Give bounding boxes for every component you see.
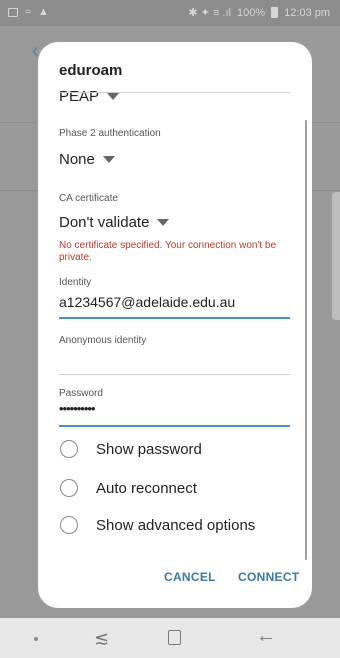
password-label: Password [59,388,103,399]
password-underline [59,425,290,427]
show-advanced-options-option[interactable]: Show advanced options [60,516,255,534]
battery-icon [271,7,279,18]
warning-notification-icon: ▲ [38,6,49,18]
identity-label: Identity [59,277,92,288]
chevron-down-icon [102,156,115,163]
chevron-down-icon [157,219,170,226]
identity-underline [59,317,290,319]
status-icons-right: ✱ ✦ ≡ .ıl 100% 12:03 pm [188,6,330,20]
ca-certificate-select[interactable]: Don't validate [59,214,170,231]
anonymous-identity-underline [59,374,290,375]
radio-icon[interactable] [60,479,78,497]
status-icons-left: ≈ ▲ [8,6,49,18]
radio-icon[interactable] [60,440,78,458]
dialog-scroll-area[interactable]: PEAP Phase 2 authentication None CA cert… [38,82,312,566]
eap-method-value: PEAP [59,88,100,105]
radio-icon[interactable] [60,516,78,534]
phase2-value: None [59,151,95,168]
signal-icons: ✱ ✦ ≡ .ıl [188,7,231,19]
eap-method-select[interactable]: PEAP [59,88,120,105]
certificate-warning: No certificate specified. Your connectio… [59,240,277,263]
show-password-option[interactable]: Show password [60,440,202,458]
back-icon[interactable]: ← [256,625,276,648]
password-input[interactable]: •••••••••• [59,401,96,416]
wifi-connect-dialog: eduroam PEAP Phase 2 authentication None… [38,42,312,608]
show-advanced-options-label: Show advanced options [96,516,256,534]
anonymous-identity-label: Anonymous identity [59,335,147,346]
edge-panel-handle[interactable] [332,192,340,320]
phase2-select[interactable]: None [59,151,115,168]
gallery-notification-icon [8,7,18,17]
auto-reconnect-option[interactable]: Auto reconnect [60,479,197,497]
connect-button[interactable]: CONNECT [238,570,299,584]
anonymous-identity-input[interactable] [59,350,290,370]
wifi-notification-icon: ≈ [25,6,32,18]
identity-input[interactable]: a1234567@adelaide.edu.au [59,294,235,310]
ca-certificate-label: CA certificate [59,193,118,204]
status-bar: ≈ ▲ ✱ ✦ ≡ .ıl 100% 12:03 pm [0,0,340,26]
nav-dot-icon[interactable] [34,637,38,641]
recent-apps-icon[interactable]: ≲ [94,628,109,649]
divider [59,92,290,93]
chevron-down-icon [107,93,120,100]
phase2-label: Phase 2 authentication [59,128,161,139]
auto-reconnect-label: Auto reconnect [96,479,197,497]
navigation-bar: ≲ ← [0,618,340,658]
cancel-button[interactable]: CANCEL [164,570,216,584]
scrollbar[interactable] [305,120,307,560]
dialog-title: eduroam [59,62,123,79]
battery-percentage: 100% [236,6,266,19]
show-password-label: Show password [96,440,202,458]
home-icon[interactable] [168,630,181,645]
ca-certificate-value: Don't validate [59,214,150,231]
dialog-actions: CANCEL CONNECT [38,570,312,600]
clock: 12:03 pm [284,6,330,19]
